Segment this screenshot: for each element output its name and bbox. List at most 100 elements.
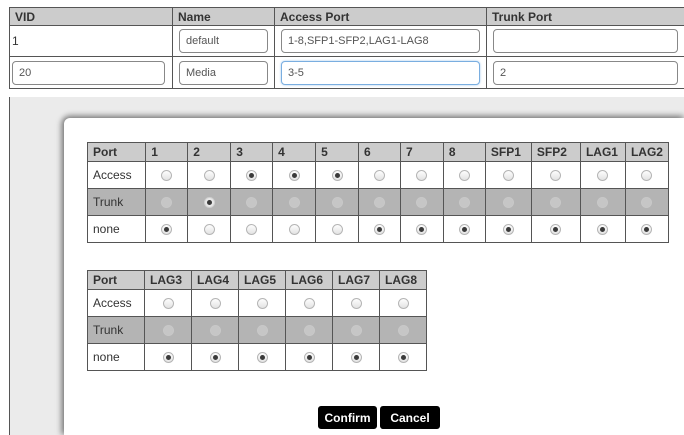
port-mode-radio[interactable] [331, 197, 343, 209]
port-mode-radio[interactable] [458, 197, 470, 209]
radio-cell [399, 188, 444, 216]
port-header: LAG5 [238, 270, 286, 290]
port-mode-radio[interactable] [416, 224, 428, 236]
port-mode-radio[interactable] [209, 298, 221, 310]
table-row [9, 56, 684, 89]
port-header: LAG3 [144, 270, 192, 290]
radio-cell [145, 188, 189, 216]
name-field[interactable] [179, 60, 268, 85]
port-mode-row-trunk: Trunk [87, 316, 427, 344]
radio-cell [332, 316, 380, 344]
port-mode-radio[interactable] [350, 298, 362, 310]
port-mode-radio[interactable] [288, 170, 300, 182]
port-mode-radio[interactable] [374, 170, 385, 182]
name-cell [172, 25, 275, 57]
port-mode-radio[interactable] [397, 352, 409, 364]
confirm-button[interactable]: Confirm [318, 406, 377, 429]
mode-label: Trunk [86, 188, 147, 216]
port-mode-radio[interactable] [331, 224, 343, 236]
port-mode-radio[interactable] [203, 197, 215, 209]
port-header: 5 [315, 142, 360, 162]
radio-cell [191, 316, 239, 344]
radio-cell [530, 188, 581, 216]
port-mode-radio[interactable] [162, 352, 174, 364]
port-header: 2 [187, 142, 232, 162]
table-row: 1 [9, 25, 684, 57]
port-mode-radio[interactable] [161, 224, 173, 236]
port-mode-radio[interactable] [641, 170, 653, 182]
port-header: LAG8 [379, 270, 427, 290]
port-mode-radio[interactable] [246, 197, 258, 209]
port-mode-radio[interactable] [550, 224, 562, 236]
port-mode-radio[interactable] [502, 224, 514, 236]
port-mode-radio[interactable] [550, 197, 562, 209]
port-mode-radio[interactable] [458, 170, 470, 182]
radio-cell [484, 161, 532, 189]
port-mode-radio[interactable] [502, 170, 514, 182]
trunk-port-field[interactable] [493, 60, 678, 85]
access-port-field[interactable] [281, 29, 480, 53]
port-mode-radio[interactable] [203, 170, 215, 182]
name-field[interactable] [179, 29, 268, 53]
port-mode-radio[interactable] [502, 197, 514, 209]
radio-cell [285, 316, 333, 344]
radio-cell [358, 188, 401, 216]
port-mode-radio[interactable] [246, 170, 258, 182]
port-mode-radio[interactable] [374, 224, 385, 236]
port-mode-radio[interactable] [597, 197, 609, 209]
port-mode-radio[interactable] [246, 224, 258, 236]
radio-cell [315, 215, 360, 243]
port-mode-radio[interactable] [161, 170, 173, 182]
port-mode-radio[interactable] [416, 197, 428, 209]
port-mode-radio[interactable] [374, 197, 385, 209]
name-cell [172, 56, 275, 89]
port-mode-radio[interactable] [203, 224, 215, 236]
radio-cell [230, 161, 274, 189]
port-mode-radio[interactable] [162, 298, 174, 310]
port-mode-radio[interactable] [597, 224, 609, 236]
port-mode-radio[interactable] [416, 170, 428, 182]
port-mode-radio[interactable] [458, 224, 470, 236]
port-mode-radio[interactable] [303, 325, 315, 337]
vid-value: 1 [12, 34, 19, 48]
port-header-row: Port LAG3 LAG4 LAG5 LAG6 LAG7 LAG8 [87, 270, 427, 290]
radio-cell [624, 161, 670, 189]
port-mode-radio[interactable] [162, 325, 174, 337]
trunk-port-field[interactable] [493, 29, 678, 53]
port-mode-radio[interactable] [209, 325, 221, 337]
port-mode-radio[interactable] [288, 224, 300, 236]
port-mode-radio[interactable] [597, 170, 609, 182]
radio-cell [579, 161, 626, 189]
port-mode-radio[interactable] [303, 298, 315, 310]
port-mode-radio[interactable] [256, 298, 268, 310]
vid-field[interactable] [12, 60, 165, 85]
radio-cell [272, 215, 317, 243]
cancel-button[interactable]: Cancel [380, 406, 440, 429]
access-port-field[interactable] [281, 60, 480, 85]
radio-cell [145, 215, 189, 243]
port-mode-radio[interactable] [641, 224, 653, 236]
port-mode-radio[interactable] [550, 170, 562, 182]
port-mode-radio[interactable] [209, 352, 221, 364]
port-header: 4 [272, 142, 317, 162]
port-header: LAG2 [624, 142, 670, 162]
port-mode-radio[interactable] [303, 352, 315, 364]
port-mode-radio[interactable] [161, 197, 173, 209]
port-header: 1 [145, 142, 189, 162]
port-mode-radio[interactable] [288, 197, 300, 209]
port-mode-radio[interactable] [641, 197, 653, 209]
port-mode-radio[interactable] [331, 170, 343, 182]
header-access-port: Access Port [274, 7, 487, 26]
radio-cell [285, 343, 333, 371]
port-mode-radio[interactable] [397, 298, 409, 310]
port-header: LAG1 [579, 142, 626, 162]
port-mode-radio[interactable] [350, 325, 362, 337]
port-mode-radio[interactable] [397, 325, 409, 337]
radio-cell [144, 316, 192, 344]
port-mode-radio[interactable] [256, 352, 268, 364]
port-mode-table: Port LAG3 LAG4 LAG5 LAG6 LAG7 LAG8 Access Trunk… [87, 270, 427, 371]
port-mode-radio[interactable] [256, 325, 268, 337]
port-header: LAG6 [285, 270, 333, 290]
radio-cell [624, 188, 670, 216]
port-mode-radio[interactable] [350, 352, 362, 364]
